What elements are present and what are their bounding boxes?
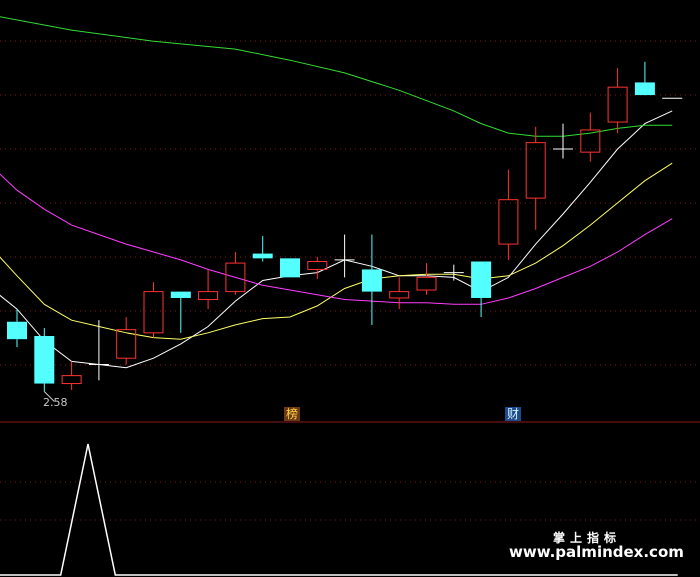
candle-body-down — [280, 258, 300, 278]
moving-average-lines — [0, 16, 673, 369]
candle-body-down — [170, 291, 191, 298]
candle-body-down — [252, 253, 273, 259]
candle-body-up — [307, 261, 328, 270]
candle-body-up — [498, 199, 519, 245]
candle-body-down — [471, 261, 492, 298]
candle-body-up — [61, 375, 82, 385]
ma-line-4 — [0, 16, 673, 137]
candle-body-up — [525, 142, 546, 199]
chart-canvas — [0, 16, 700, 576]
candle-body-down — [7, 321, 27, 340]
candle-body-down — [361, 269, 382, 292]
candle-body-down — [634, 82, 655, 96]
sub-panel-grid — [0, 481, 700, 521]
candle-body-up — [143, 291, 164, 334]
signal-tag-b: 财 — [505, 407, 522, 421]
ma-line-3 — [0, 173, 673, 305]
candle-body-up — [416, 276, 437, 291]
signal-tag-a: 榜 — [284, 407, 301, 421]
min-price-label: 2.58 — [43, 396, 68, 409]
candle-body-up — [198, 291, 219, 301]
candle-body-up — [389, 291, 410, 299]
watermark-url: www.palmindex.com — [509, 543, 684, 561]
ma-line-2 — [0, 162, 673, 340]
main-panel-grid — [0, 40, 700, 366]
candle-body-down — [34, 336, 55, 384]
candle-body-up — [607, 86, 628, 123]
